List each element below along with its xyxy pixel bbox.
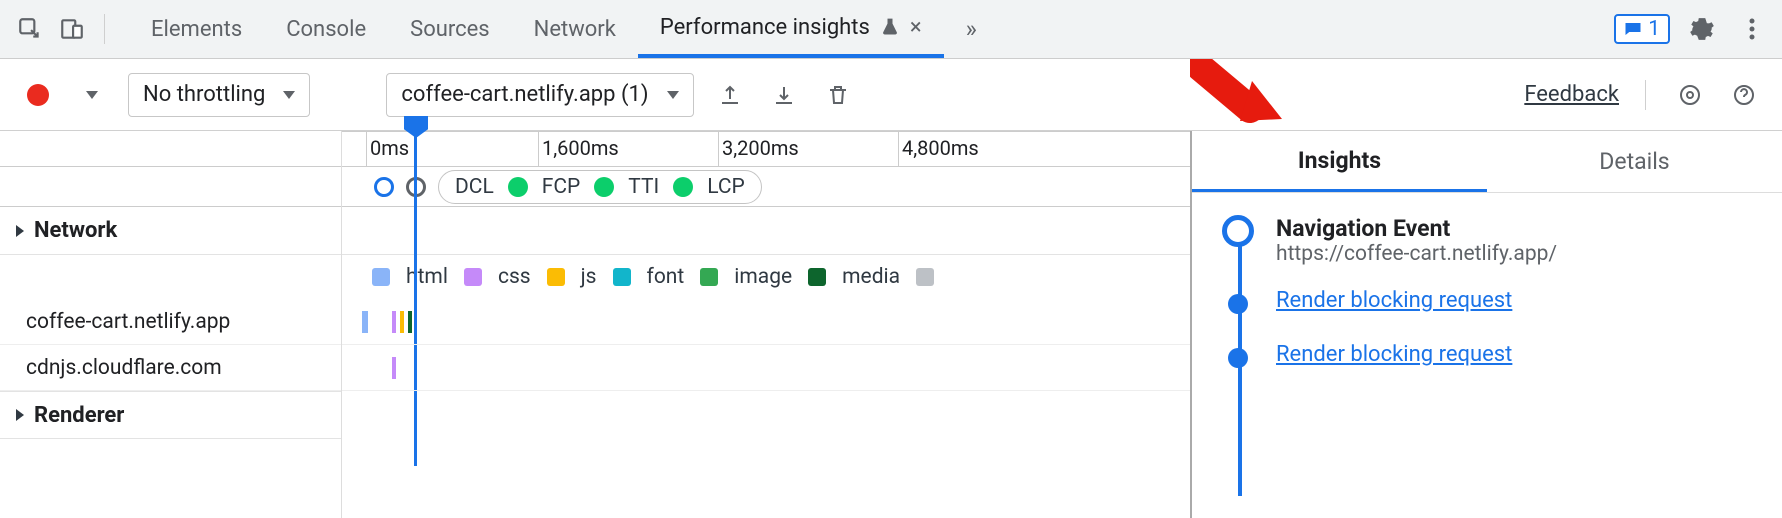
ruler-tick-label: 1,600ms [542,136,619,160]
divider [1645,80,1646,110]
network-host-row[interactable]: cdnjs.cloudflare.com [0,345,341,391]
insights-panel: Insights Details Navigation Event https:… [1192,131,1782,518]
chevron-right-icon [16,225,24,237]
tab-performance-insights[interactable]: Performance insights × [638,0,944,58]
legend-swatch [700,268,718,286]
export-icon[interactable] [712,77,748,113]
resource-legend: html css js font image media [342,255,1190,299]
tab-details[interactable]: Details [1487,131,1782,192]
throttling-select[interactable]: No throttling [128,73,310,117]
devtools-tabbar: Elements Console Sources Network Perform… [0,0,1782,59]
render-blocking-link[interactable]: Render blocking request [1276,288,1512,320]
dot-icon [673,177,693,197]
timeline-node-icon [1228,294,1248,314]
tabs-overflow-button[interactable]: » [944,0,999,58]
record-options-dropdown[interactable] [74,77,110,113]
insights-toolbar: No throttling coffee-cart.netlify.app (1… [0,59,1782,131]
timeline-node-icon [1222,215,1254,247]
insight-item[interactable]: Render blocking request [1222,342,1782,374]
marker-label: FCP [542,175,581,199]
marker-label: LCP [707,175,745,199]
chevron-down-icon [283,91,295,99]
inspect-element-icon[interactable] [12,11,48,47]
nav-event-title: Navigation Event [1276,215,1557,242]
dot-icon [594,177,614,197]
legend-swatch [372,268,390,286]
annotation-arrow-icon [1190,59,1300,139]
ruler-tick-label: 3,200ms [722,136,799,160]
render-blocking-link[interactable]: Render blocking request [1276,342,1512,374]
milestone-row: DCL FCP TTI LCP [342,167,1190,207]
renderer-pane-header[interactable]: Renderer [0,391,341,439]
tab-elements[interactable]: Elements [129,0,264,58]
chevron-right-icon [16,409,24,421]
device-toolbar-icon[interactable] [54,11,90,47]
legend-swatch [547,268,565,286]
flask-icon [880,17,900,37]
left-panel: Network coffee-cart.netlify.app cdnjs.cl… [0,131,342,518]
legend-swatch [613,268,631,286]
session-select[interactable]: coffee-cart.netlify.app (1) [386,73,693,117]
feedback-link[interactable]: Feedback [1524,82,1619,107]
settings-icon[interactable] [1684,11,1720,47]
network-host-row[interactable]: coffee-cart.netlify.app [0,299,341,345]
tab-sources[interactable]: Sources [388,0,512,58]
tab-console[interactable]: Console [264,0,388,58]
playhead-line [414,116,417,466]
kebab-menu-icon[interactable] [1734,11,1770,47]
help-icon[interactable] [1726,77,1762,113]
delete-icon[interactable] [820,77,856,113]
legend-swatch [916,268,934,286]
insight-navigation-event[interactable]: Navigation Event https://coffee-cart.net… [1222,215,1782,266]
throttling-label: No throttling [143,82,265,107]
tab-insights[interactable]: Insights [1192,131,1487,192]
issues-count: 1 [1648,17,1660,41]
close-tab-button[interactable]: × [910,15,922,40]
ruler-tick-label: 4,800ms [902,136,979,160]
session-label: coffee-cart.netlify.app (1) [401,82,648,107]
dot-icon [508,177,528,197]
divider [104,14,105,44]
time-ruler[interactable]: 0ms 1,600ms 3,200ms 4,800ms [342,131,1190,167]
network-pane-header[interactable]: Network [0,207,341,255]
marker-label: TTI [628,175,659,199]
issues-counter[interactable]: 1 [1614,14,1670,44]
origin-circle-icon [374,177,394,197]
legend-swatch [464,268,482,286]
legend-swatch [808,268,826,286]
panel-settings-icon[interactable] [1672,77,1708,113]
timeline-panel[interactable]: 0ms 1,600ms 3,200ms 4,800ms DCL FCP TTI … [342,131,1192,518]
marker-label: DCL [455,175,494,199]
ruler-tick-label: 0ms [370,136,409,160]
chevron-down-icon [667,91,679,99]
record-button[interactable] [20,77,56,113]
message-icon [1624,20,1642,38]
nav-event-url: https://coffee-cart.netlify.app/ [1276,242,1557,266]
insight-item[interactable]: Render blocking request [1222,288,1782,320]
timeline-node-icon [1228,348,1248,368]
import-icon[interactable] [766,77,802,113]
tab-network[interactable]: Network [512,0,638,58]
